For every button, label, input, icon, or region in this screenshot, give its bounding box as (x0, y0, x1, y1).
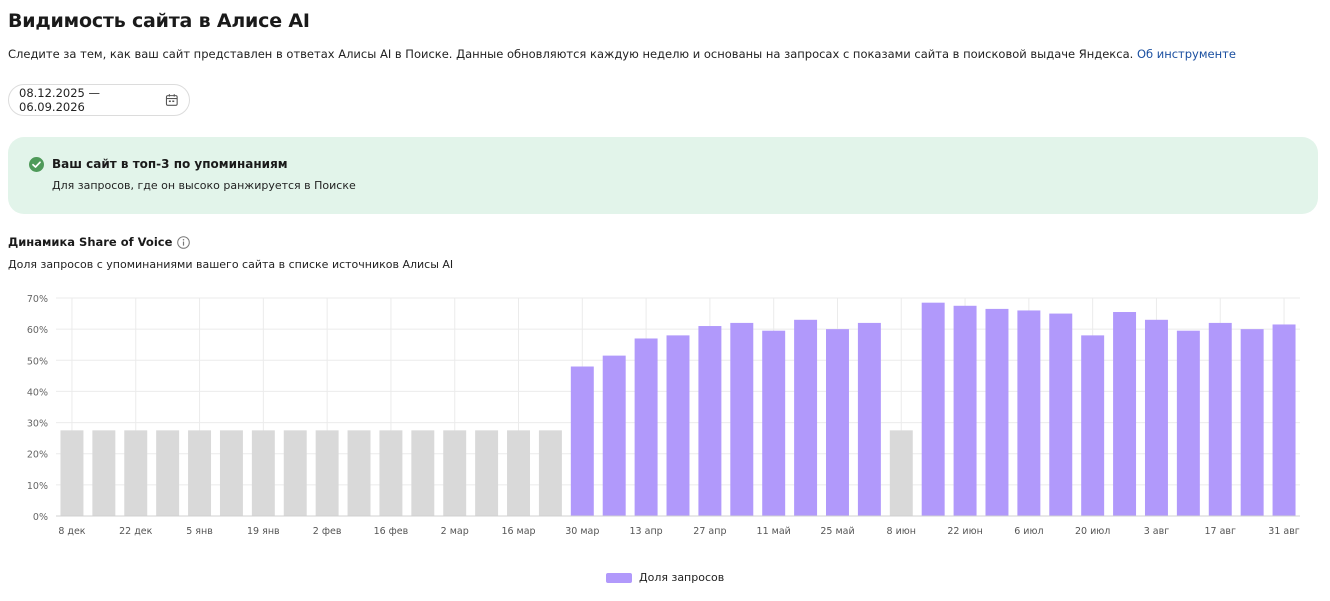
bar-no-data (475, 430, 499, 516)
bar (985, 308, 1009, 516)
bar-no-data (92, 430, 116, 516)
x-tick-label: 13 апр (630, 526, 663, 537)
y-tick-label: 20% (27, 450, 48, 461)
chart-legend[interactable]: Доля запросов (606, 571, 724, 584)
x-tick-label: 22 дек (119, 526, 153, 537)
check-circle-icon (29, 157, 44, 172)
section-title: Динамика Share of Voice (8, 235, 191, 249)
y-tick-label: 0% (33, 512, 48, 523)
section-subtitle: Доля запросов с упоминаниями вашего сайт… (8, 258, 454, 271)
x-tick-label: 16 мар (501, 526, 535, 537)
bar-no-data (507, 430, 530, 516)
bar (826, 329, 849, 516)
x-tick-label: 25 май (820, 526, 854, 537)
top3-banner: Ваш сайт в топ-3 по упоминаниям Для запр… (8, 137, 1318, 214)
bar-no-data (411, 430, 435, 516)
legend-label: Доля запросов (639, 571, 725, 584)
x-tick-label: 20 июл (1075, 526, 1110, 537)
page-description: Следите за тем, как ваш сайт представлен… (8, 47, 1236, 61)
x-tick-label: 11 май (757, 526, 791, 537)
x-tick-label: 17 авг (1204, 526, 1236, 537)
x-tick-label: 8 июн (887, 526, 916, 537)
bar (730, 322, 754, 516)
bar (921, 302, 945, 516)
bar (570, 366, 594, 516)
bar (1144, 319, 1168, 516)
bar-no-data (283, 430, 307, 516)
y-tick-label: 50% (27, 356, 48, 367)
bar (857, 322, 881, 516)
x-tick-label: 27 апр (693, 526, 726, 537)
bar (762, 330, 786, 516)
description-text: Следите за тем, как ваш сайт представлен… (8, 47, 1134, 61)
y-tick-label: 70% (27, 294, 48, 305)
bar (953, 305, 977, 516)
bar-no-data (889, 430, 913, 516)
page-title: Видимость сайта в Алисе AI (8, 10, 310, 32)
bar-no-data (60, 430, 84, 516)
date-range-value: 08.12.2025 — 06.09.2026 (19, 86, 100, 114)
bar (698, 326, 722, 516)
bar (634, 338, 658, 516)
bar-no-data (188, 430, 212, 516)
x-tick-label: 2 фев (313, 526, 342, 537)
date-range-picker[interactable]: 08.12.2025 — 06.09.2026 (8, 84, 190, 116)
info-icon[interactable] (177, 235, 191, 249)
bar (666, 335, 690, 516)
bar-no-data (379, 430, 403, 516)
share-of-voice-chart: 0% 10% 20% 30% 40% 50% 60% 70% 8 дек 22 дек 5 янв 1… (27, 294, 1300, 537)
calendar-icon (166, 94, 179, 106)
bar-no-data (156, 430, 180, 516)
bar (602, 355, 626, 516)
x-tick-label: 2 мар (441, 526, 469, 537)
bar (1049, 313, 1073, 516)
y-tick-label: 40% (27, 387, 48, 398)
x-tick-label: 16 фев (374, 526, 409, 537)
bar (1081, 335, 1105, 516)
bar-no-data (347, 430, 371, 516)
legend-swatch (606, 572, 632, 583)
bar-no-data (315, 430, 339, 516)
bar-no-data (124, 430, 148, 516)
y-tick-label: 60% (27, 325, 48, 336)
x-tick-label: 6 июл (1014, 526, 1043, 537)
about-tool-link[interactable]: Об инструменте (1137, 47, 1236, 61)
bar (794, 319, 818, 516)
x-tick-label: 3 авг (1144, 526, 1169, 537)
x-tick-label: 5 янв (186, 526, 213, 537)
x-tick-label: 8 дек (58, 526, 85, 537)
bar (1113, 312, 1137, 516)
y-tick-label: 10% (27, 481, 48, 492)
banner-subtitle: Для запросов, где он высоко ранжируется … (52, 179, 356, 192)
bar (1208, 322, 1232, 516)
banner-title: Ваш сайт в топ-3 по упоминаниям (52, 157, 288, 171)
bar-no-data (251, 430, 275, 516)
y-tick-label: 30% (27, 419, 48, 430)
bar (1240, 329, 1264, 516)
bar (1017, 310, 1041, 516)
x-tick-label: 31 авг (1268, 526, 1300, 537)
bar-no-data (219, 430, 243, 516)
x-tick-label: 19 янв (247, 526, 280, 537)
bar (1272, 324, 1296, 516)
bar-no-data (538, 430, 562, 516)
bar-no-data (443, 430, 467, 516)
bar (1176, 330, 1200, 516)
x-tick-label: 30 мар (565, 526, 599, 537)
x-tick-label: 22 июн (947, 526, 983, 537)
section-title-text: Динамика Share of Voice (8, 235, 173, 249)
